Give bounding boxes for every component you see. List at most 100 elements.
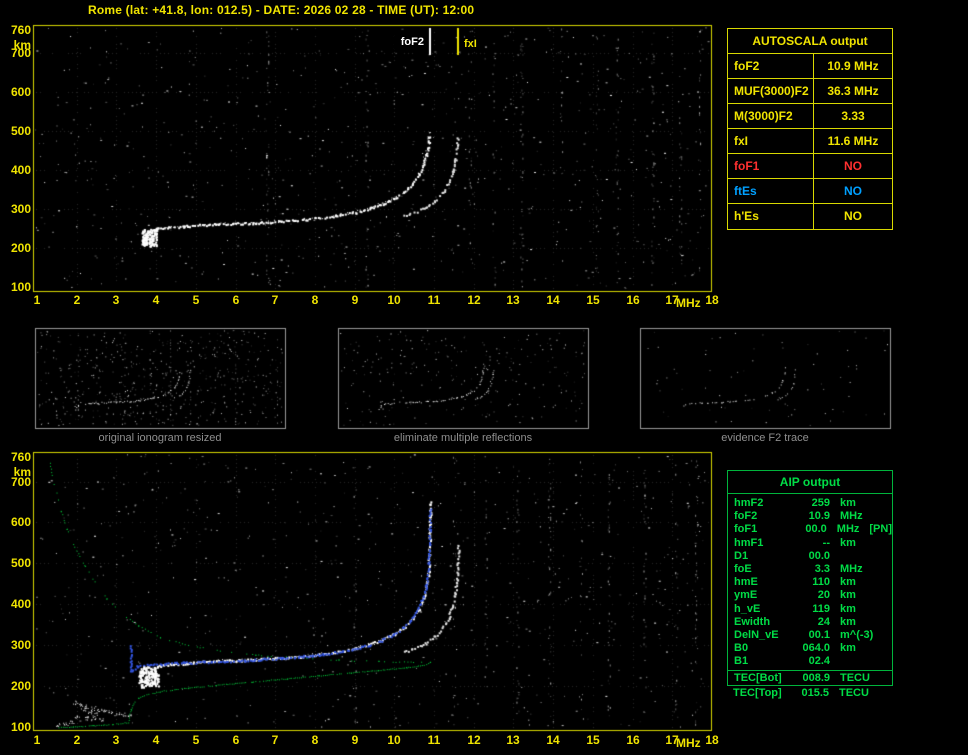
aip-row-value: 259 bbox=[811, 497, 830, 509]
autoscala-row-value: 11.6 MHz bbox=[827, 134, 879, 148]
y-tick-label: 200 bbox=[10, 241, 31, 255]
autoscala-row-label: ftEs bbox=[728, 179, 814, 203]
aip-row-label: foE bbox=[734, 562, 752, 575]
y-tick-label: 300 bbox=[10, 638, 31, 652]
autoscala-row-label: M(3000)F2 bbox=[728, 104, 814, 128]
aip-body: hmF2 259 km foF2 10.9 MHz foF1 00.0 MHz … bbox=[728, 494, 892, 670]
aip-row-hmf1: hmF1 -- km bbox=[734, 537, 892, 550]
autoscala-output-panel: AUTOSCALA output foF2 10.9 MHz MUF(3000)… bbox=[727, 28, 893, 230]
aip-row-unit: km bbox=[840, 589, 856, 602]
y-axis-unit-label: km bbox=[13, 465, 31, 479]
aip-row-unit: m^(-3) bbox=[840, 628, 874, 641]
aip-panel-title: AIP output bbox=[728, 471, 892, 494]
autoscala-panel-title: AUTOSCALA output bbox=[728, 29, 892, 54]
x-tick-label: 4 bbox=[152, 733, 160, 747]
aip-row-label: foF1 bbox=[734, 523, 758, 536]
autoscala-screen: Rome (lat: +41.8, lon: 012.5) - DATE: 20… bbox=[0, 0, 968, 755]
aip-row-unit: km bbox=[840, 642, 856, 655]
aip-row-d1: D1 00.0 bbox=[734, 550, 892, 563]
autoscala-row-value: NO bbox=[844, 184, 862, 198]
y-tick-label: 100 bbox=[10, 280, 31, 294]
aip-row-ewidth: Ewidth 24 km bbox=[734, 616, 892, 629]
aip-row-label: DelN_vE bbox=[734, 628, 779, 641]
x-tick-label: 18 bbox=[705, 293, 719, 307]
y-tick-label: 760 bbox=[10, 23, 31, 37]
aip-row-value: 00.0 bbox=[805, 523, 827, 536]
x-tick-label: 5 bbox=[192, 733, 200, 747]
x-tick-label: 18 bbox=[705, 733, 719, 747]
autoscala-row-value: 36.3 MHz bbox=[827, 84, 879, 98]
x-axis-unit-label: MHz bbox=[676, 296, 701, 310]
autoscala-row-muf3000f2: MUF(3000)F2 36.3 MHz bbox=[728, 79, 892, 104]
x-tick-label: 1 bbox=[33, 293, 41, 307]
x-tick-label: 14 bbox=[546, 733, 560, 747]
aip-row-unit: km bbox=[840, 602, 856, 615]
autoscala-row-fxi: fxI 11.6 MHz bbox=[728, 129, 892, 154]
autoscala-row-label: foF2 bbox=[728, 54, 814, 78]
aip-row-value: -- bbox=[822, 536, 830, 549]
aip-row-value: 00.0 bbox=[808, 549, 830, 562]
aip-row-value: 20 bbox=[817, 589, 830, 602]
x-tick-label: 5 bbox=[192, 293, 200, 307]
aip-row-value: 110 bbox=[812, 576, 830, 589]
autoscala-row-value: 10.9 MHz bbox=[827, 59, 879, 73]
aip-row-hme: hmE 110 km bbox=[734, 576, 892, 589]
aip-row-tec-bot: TEC[Bot] 008.9 TECU bbox=[728, 670, 892, 685]
autoscala-row-value: NO bbox=[844, 209, 862, 223]
x-tick-label: 16 bbox=[626, 293, 640, 307]
aip-row-label: h_vE bbox=[734, 602, 761, 615]
x-tick-label: 3 bbox=[112, 293, 120, 307]
aip-row-unit: km bbox=[840, 536, 856, 549]
y-tick-label: 200 bbox=[10, 679, 31, 693]
x-tick-label: 6 bbox=[232, 293, 240, 307]
x-tick-label: 11 bbox=[427, 733, 441, 747]
aip-row-tec-top: TEC[Top] 015.5 TECU bbox=[727, 686, 893, 701]
x-tick-label: 12 bbox=[467, 293, 481, 307]
aip-row-label: B0 bbox=[734, 642, 749, 655]
y-tick-label: 500 bbox=[10, 556, 31, 570]
autoscala-row-label: h'Es bbox=[728, 204, 814, 229]
x-tick-label: 8 bbox=[311, 293, 319, 307]
thumbnail-caption-eliminate: eliminate multiple reflections bbox=[393, 432, 533, 444]
aip-row-unit: MHz bbox=[836, 523, 860, 536]
autoscala-row-label: foF1 bbox=[728, 154, 814, 178]
x-tick-label: 4 bbox=[152, 293, 160, 307]
autoscala-row-fof2: foF2 10.9 MHz bbox=[728, 54, 892, 79]
x-tick-label: 9 bbox=[351, 293, 359, 307]
x-tick-label: 14 bbox=[546, 293, 560, 307]
aip-row-label: hmF2 bbox=[734, 497, 764, 509]
y-tick-label: 100 bbox=[10, 720, 31, 734]
aip-row-unit: TECU bbox=[839, 687, 869, 700]
aip-row-label: D1 bbox=[734, 549, 749, 562]
aip-row-unit: TECU bbox=[840, 672, 870, 685]
aip-row-foe: foE 3.3 MHz bbox=[734, 563, 892, 576]
aip-row-value: 00.1 bbox=[808, 628, 830, 641]
aip-row-value: 02.4 bbox=[808, 655, 830, 668]
x-tick-label: 6 bbox=[232, 733, 240, 747]
aip-row-yme: ymE 20 km bbox=[734, 589, 892, 602]
y-tick-label: 600 bbox=[10, 515, 31, 529]
x-tick-label: 10 bbox=[387, 733, 401, 747]
x-tick-label: 8 bbox=[311, 733, 319, 747]
x-tick-label: 7 bbox=[271, 293, 279, 307]
aip-row-label: ymE bbox=[734, 589, 758, 602]
y-tick-label: 400 bbox=[10, 163, 31, 177]
aip-row-label: TEC[Top] bbox=[733, 687, 782, 700]
x-tick-label: 3 bbox=[112, 733, 120, 747]
aip-row-label: Ewidth bbox=[734, 615, 771, 628]
aip-row-b1: B1 02.4 bbox=[734, 655, 892, 668]
thumbnail-caption-evidence: evidence F2 trace bbox=[721, 432, 809, 444]
aip-row-value: 24 bbox=[817, 615, 830, 628]
x-tick-label: 13 bbox=[506, 293, 520, 307]
aip-row-b0: B0 064.0 km bbox=[734, 642, 892, 655]
aip-row-label: B1 bbox=[734, 655, 749, 668]
aip-row-hmf2: hmF2 259 km bbox=[734, 497, 892, 510]
x-tick-label: 1 bbox=[33, 733, 41, 747]
y-axis-unit-label: km bbox=[13, 38, 31, 52]
aip-row-value: 10.9 bbox=[808, 510, 830, 523]
aip-row-hve: h_vE 119 km bbox=[734, 603, 892, 616]
autoscala-row-m3000f2: M(3000)F2 3.33 bbox=[728, 104, 892, 129]
autoscala-row-fof1: foF1 NO bbox=[728, 154, 892, 179]
aip-row-value: 064.0 bbox=[802, 642, 830, 655]
aip-row-label: foF2 bbox=[734, 510, 758, 523]
